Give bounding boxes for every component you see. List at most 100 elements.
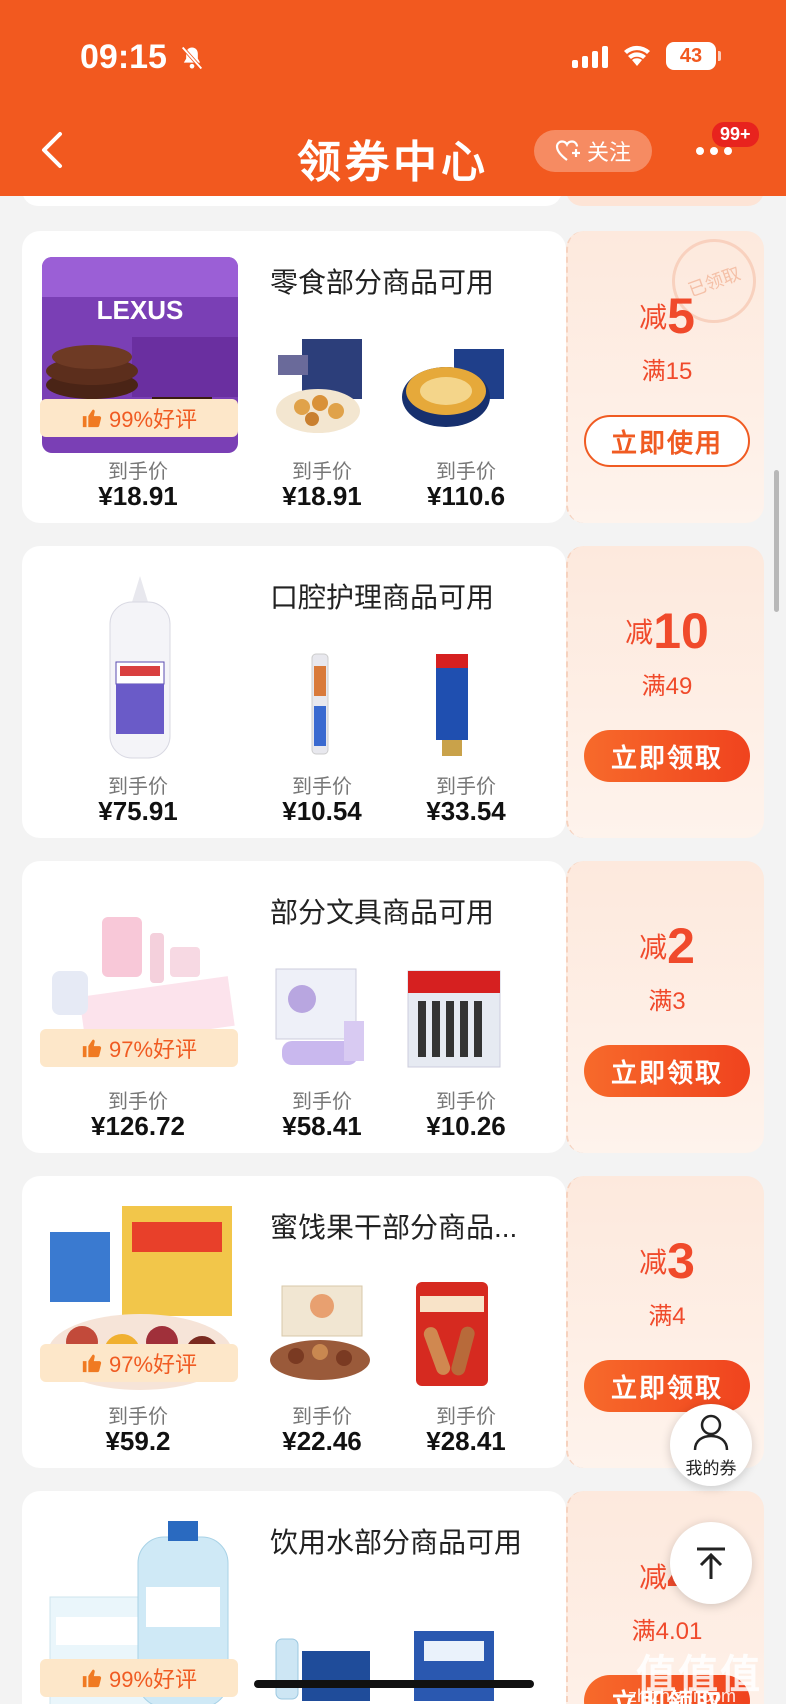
price-label: 到手价 — [292, 776, 352, 798]
coupon-card: 97%好评 蜜饯果干部分商品... 到手价 到手价 到手价 ¥59.2 ¥22.… — [22, 1176, 764, 1468]
coupon-card: 97%好评 部分文具商品可用 到手价 到手价 到手价 ¥126.72 ¥58.4… — [22, 861, 764, 1153]
product-image[interactable] — [394, 961, 510, 1077]
price-label: 到手价 — [108, 1091, 168, 1113]
product-image[interactable] — [262, 646, 378, 762]
partial-card-side — [566, 196, 764, 206]
product-image[interactable] — [262, 331, 378, 447]
claim-coupon-button[interactable]: 立即领取 — [584, 1045, 750, 1097]
svg-text:LEXUS: LEXUS — [97, 295, 184, 325]
coupon-value-panel: 减2 满3 立即领取 — [566, 861, 764, 1153]
discount-label: 减 — [639, 1562, 668, 1593]
discount-value: 10 — [653, 603, 709, 659]
discount-amount: 减5 — [568, 287, 766, 345]
discount-label: 减 — [639, 302, 668, 333]
discount-amount: 减2 — [568, 917, 766, 975]
product-price: ¥22.46 — [282, 1426, 362, 1456]
price-label: 到手价 — [436, 1091, 496, 1113]
product-image[interactable] — [394, 1276, 510, 1392]
home-indicator[interactable] — [254, 1680, 534, 1688]
claim-coupon-button[interactable]: 立即领取 — [584, 1360, 750, 1412]
threshold: 满3 — [648, 988, 686, 1015]
threshold: 满49 — [641, 673, 693, 700]
price-label: 到手价 — [292, 461, 352, 483]
category-title: 口腔护理商品可用 — [270, 582, 495, 613]
coupon-value-panel: 已领取 减5 满15 立即使用 — [566, 227, 768, 523]
battery-icon: 43 — [666, 42, 721, 70]
rating-text: 99%好评 — [108, 407, 198, 432]
header: 09:15 43 领券中心 关注 99+ — [0, 0, 786, 196]
product-price: ¥18.91 — [282, 481, 362, 511]
price-label: 到手价 — [292, 1406, 352, 1428]
rating-badge: 99%好评 — [40, 399, 238, 437]
rating-badge: 97%好评 — [40, 1029, 238, 1067]
heart-plus-icon — [555, 140, 580, 161]
threshold: 满4 — [648, 1303, 686, 1330]
coupon-products[interactable]: LEXUS 99%好评 零食部分商品可用 到手价 到手价 到手价 ¥18.91 … — [22, 231, 566, 523]
discount-label: 减 — [639, 1247, 668, 1278]
use-coupon-button[interactable]: 立即使用 — [584, 415, 750, 467]
price-label: 到手价 — [108, 1406, 168, 1428]
discount-amount: 减10 — [568, 602, 766, 660]
thumbs-up-icon — [82, 409, 102, 428]
follow-label: 关注 — [586, 140, 631, 165]
scrollbar[interactable] — [774, 470, 779, 612]
product-price: ¥10.54 — [282, 796, 362, 826]
more-dot — [724, 147, 732, 155]
coupon-products[interactable]: 97%好评 部分文具商品可用 到手价 到手价 到手价 ¥126.72 ¥58.4… — [22, 861, 566, 1153]
product-price: ¥110.6 — [426, 481, 506, 511]
back-button[interactable] — [38, 130, 68, 170]
status-time: 09:15 — [80, 38, 167, 76]
product-image[interactable] — [394, 646, 510, 762]
back-to-top-button[interactable] — [670, 1522, 752, 1604]
coupon-list: LEXUS 99%好评 零食部分商品可用 到手价 到手价 到手价 ¥18.91 … — [0, 196, 786, 1704]
claim-coupon-button[interactable]: 立即领取 — [584, 730, 750, 782]
price-label: 到手价 — [108, 461, 168, 483]
coupon-value-panel: 减10 满49 立即领取 — [566, 546, 764, 838]
wifi-icon — [624, 45, 650, 66]
product-price: ¥75.91 — [98, 796, 178, 826]
page-title: 领券中心 — [297, 138, 489, 187]
rating-text: 97%好评 — [108, 1352, 198, 1377]
partial-card — [22, 196, 562, 206]
discount-label: 减 — [625, 617, 654, 648]
my-coupons-button[interactable]: 我的券 — [670, 1404, 752, 1486]
product-image[interactable] — [394, 331, 510, 447]
coupon-card: 口腔护理商品可用 到手价 到手价 到手价 ¥75.91 ¥10.54 ¥33.5… — [22, 546, 764, 838]
product-image[interactable] — [262, 1276, 378, 1392]
rating-badge: 99%好评 — [40, 1659, 238, 1697]
product-price: ¥58.41 — [282, 1111, 362, 1141]
thumbs-up-icon — [82, 1354, 102, 1373]
coupon-products[interactable]: 97%好评 蜜饯果干部分商品... 到手价 到手价 到手价 ¥59.2 ¥22.… — [22, 1176, 566, 1468]
product-price: ¥33.54 — [426, 796, 506, 826]
price-label: 到手价 — [108, 776, 168, 798]
rating-badge: 97%好评 — [40, 1344, 238, 1382]
watermark-url: zhizhizhi.com — [628, 1686, 737, 1704]
discount-label: 减 — [639, 932, 668, 963]
coupon-products[interactable]: 口腔护理商品可用 到手价 到手价 到手价 ¥75.91 ¥10.54 ¥33.5… — [22, 546, 566, 838]
coupon-products[interactable]: 99%好评 饮用水部分商品可用 — [22, 1491, 566, 1704]
status-indicators: 43 — [572, 42, 721, 70]
user-icon — [693, 1414, 729, 1450]
product-price: ¥59.2 — [105, 1426, 171, 1456]
threshold: 满15 — [641, 358, 693, 385]
rating-text: 99%好评 — [108, 1667, 198, 1692]
discount-amount: 减3 — [568, 1232, 766, 1290]
product-price: ¥18.91 — [98, 481, 178, 511]
price-label: 到手价 — [292, 1091, 352, 1113]
discount-value: 2 — [667, 918, 695, 974]
product-image[interactable] — [42, 572, 238, 768]
category-title: 饮用水部分商品可用 — [270, 1527, 523, 1558]
price-label: 到手价 — [436, 776, 496, 798]
rating-text: 97%好评 — [108, 1037, 198, 1062]
price-label: 到手价 — [436, 461, 496, 483]
my-coupons-label: 我的券 — [685, 1458, 737, 1478]
follow-button[interactable]: 关注 — [534, 130, 652, 172]
product-image[interactable] — [262, 961, 378, 1077]
price-label: 到手价 — [436, 1406, 496, 1428]
arrow-up-icon — [697, 1547, 725, 1579]
threshold: 满4.01 — [631, 1618, 703, 1645]
thumbs-up-icon — [82, 1669, 102, 1688]
category-title: 蜜饯果干部分商品... — [270, 1212, 518, 1243]
more-dot — [696, 147, 704, 155]
more-dot — [710, 147, 718, 155]
